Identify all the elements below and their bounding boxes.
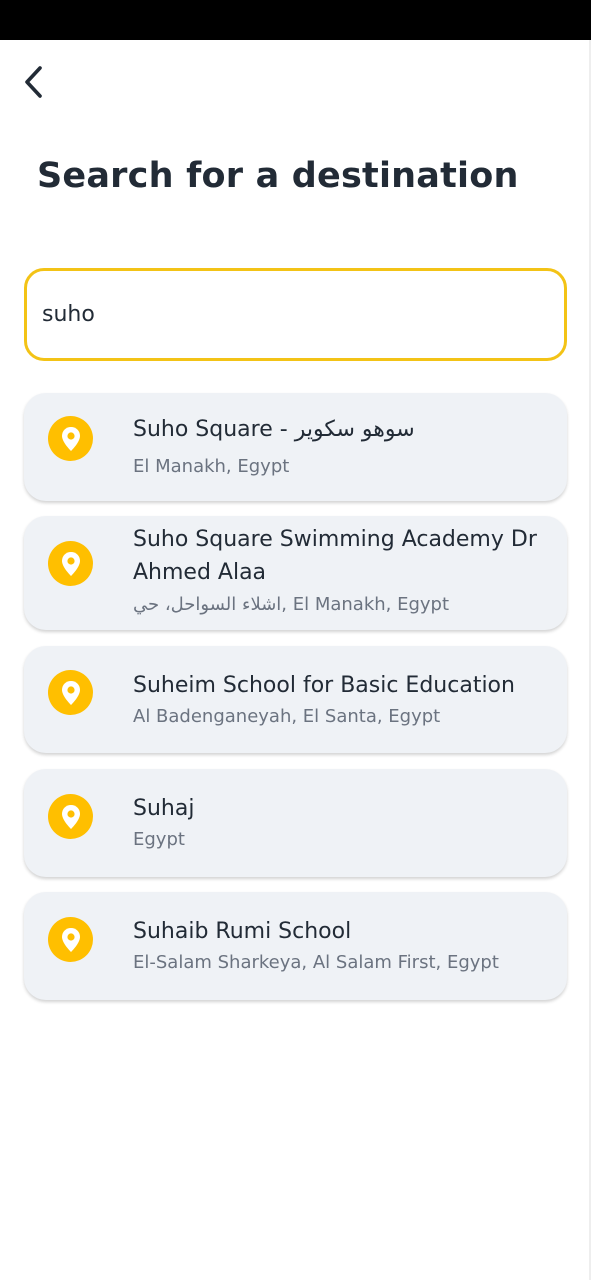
result-title: Suhaib Rumi School xyxy=(133,919,352,944)
result-subtitle: El-Salam Sharkeya, Al Salam First, Egypt xyxy=(133,952,499,973)
result-title: Suheim School for Basic Education xyxy=(133,673,515,698)
location-pin-icon xyxy=(48,917,93,962)
page-title: Search for a destination xyxy=(37,156,519,196)
chevron-left-icon xyxy=(25,66,42,98)
search-result-item[interactable]: Suheim School for Basic Education Al Bad… xyxy=(24,646,567,753)
search-result-item[interactable]: Suho Square Swimming Academy Dr Ahmed Al… xyxy=(24,516,567,630)
result-title: Suho Square Swimming Academy Dr Ahmed Al… xyxy=(133,527,537,585)
location-pin-icon xyxy=(48,541,93,586)
destination-search-screen: Search for a destination Suho Square - س… xyxy=(0,0,591,1280)
search-result-item[interactable]: Suhaj Egypt xyxy=(24,769,567,877)
search-field[interactable] xyxy=(24,268,567,361)
location-pin-icon xyxy=(48,794,93,839)
result-subtitle: اشلاء السواحل، حي, El Manakh, Egypt xyxy=(133,594,450,615)
result-subtitle: Egypt xyxy=(133,829,185,850)
back-button[interactable] xyxy=(14,58,54,106)
result-subtitle: El Manakh, Egypt xyxy=(133,456,290,477)
search-result-item[interactable]: Suho Square - سوهو سكوير El Manakh, Egyp… xyxy=(24,393,567,501)
result-subtitle: Al Badenganeyah, El Santa, Egypt xyxy=(133,706,441,727)
location-pin-icon xyxy=(48,670,93,715)
location-pin-icon xyxy=(48,416,93,461)
result-title: Suhaj xyxy=(133,796,195,821)
search-result-item[interactable]: Suhaib Rumi School El-Salam Sharkeya, Al… xyxy=(24,892,567,1000)
result-title: Suho Square - سوهو سكوير xyxy=(133,417,415,442)
status-bar xyxy=(0,0,591,40)
search-input[interactable] xyxy=(42,302,542,327)
